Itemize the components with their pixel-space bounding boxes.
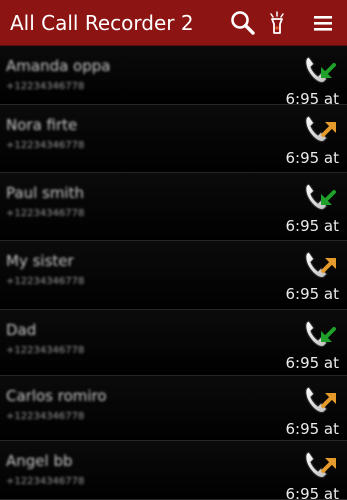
call-time: 6:95 at xyxy=(285,354,339,372)
menu-icon[interactable] xyxy=(308,8,338,38)
outgoing-call-icon xyxy=(300,247,340,283)
call-time: 6:95 at xyxy=(285,285,339,303)
call-time: 6:95 at xyxy=(285,149,339,167)
contact-name: Amanda oppa xyxy=(6,57,111,75)
call-time: 6:95 at xyxy=(285,485,339,500)
call-time: 6:95 at xyxy=(285,217,339,235)
contact-number: +12234346778 xyxy=(6,411,85,422)
call-row[interactable]: Dad +12234346778 6:95 at xyxy=(0,310,347,376)
contact-number: +12234346778 xyxy=(6,81,85,92)
contact-name: Dad xyxy=(6,321,37,339)
contact-number: +12234346778 xyxy=(6,140,85,151)
contact-number: +12234346778 xyxy=(6,476,85,487)
call-list: Amanda oppa +12234346778 6:95 at Nora firte… xyxy=(0,46,347,500)
call-row[interactable]: Nora firte +12234346778 6:95 at xyxy=(0,105,347,173)
contact-name: My sister xyxy=(6,252,74,270)
incoming-call-icon xyxy=(300,179,340,215)
search-icon[interactable] xyxy=(228,8,258,38)
incoming-call-icon xyxy=(300,52,340,88)
call-row[interactable]: Carlos romiro +12234346778 6:95 at xyxy=(0,376,347,441)
call-row[interactable]: Angel bb +12234346778 6:95 at xyxy=(0,441,347,500)
contact-name: Paul smith xyxy=(6,184,84,202)
contact-number: +12234346778 xyxy=(6,345,85,356)
app-bar: All Call Recorder 2 xyxy=(0,0,347,46)
call-row[interactable]: My sister +12234346778 6:95 at xyxy=(0,241,347,310)
contact-name: Angel bb xyxy=(6,452,73,470)
incoming-call-icon xyxy=(300,316,340,352)
call-time: 6:95 at xyxy=(285,420,339,438)
outgoing-call-icon xyxy=(300,111,340,147)
call-row[interactable]: Paul smith +12234346778 6:95 at xyxy=(0,173,347,241)
contact-number: +12234346778 xyxy=(6,208,85,219)
contact-number: +12234346778 xyxy=(6,276,85,287)
contact-name: Nora firte xyxy=(6,116,78,134)
call-row[interactable]: Amanda oppa +12234346778 6:95 at xyxy=(0,46,347,108)
flashlight-icon[interactable] xyxy=(262,8,292,38)
outgoing-call-icon xyxy=(300,382,340,418)
contact-name: Carlos romiro xyxy=(6,387,107,405)
app-title: All Call Recorder 2 xyxy=(10,11,194,35)
outgoing-call-icon xyxy=(300,447,340,483)
